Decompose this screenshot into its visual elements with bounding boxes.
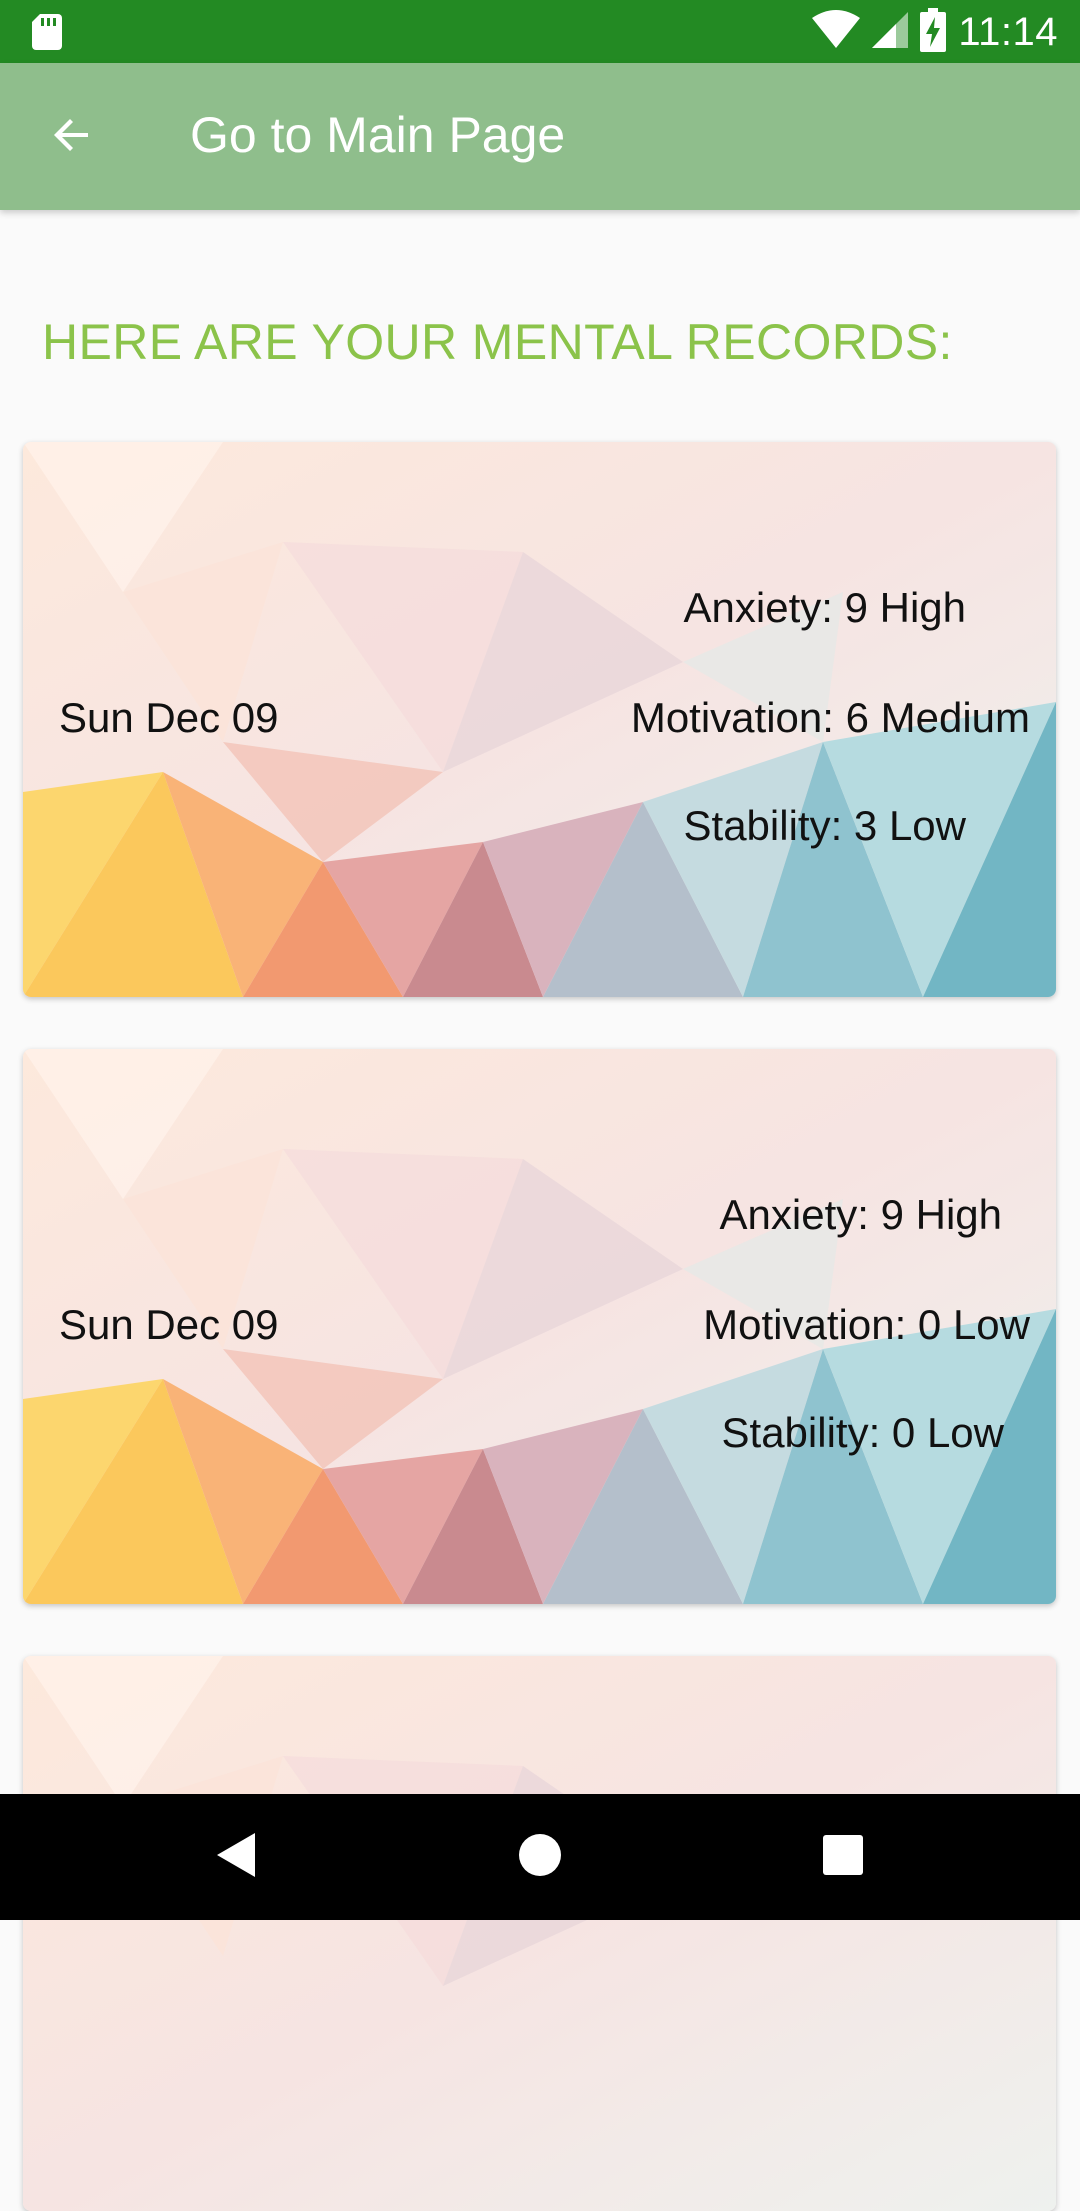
record-date: Sun Dec 09	[59, 694, 279, 741]
anxiety-level: Anxiety: 9 High	[683, 584, 966, 631]
arrow-back-icon	[48, 111, 96, 164]
back-triangle-icon	[215, 1831, 259, 1884]
motivation-level: Motivation: 6 Medium	[630, 694, 1030, 741]
stability-level: Stability: 0 Low	[721, 1409, 1004, 1456]
card-background-pattern	[23, 1656, 1056, 2211]
record-card[interactable]	[23, 1656, 1056, 2211]
home-circle-icon	[518, 1833, 562, 1882]
app-bar-title: Go to Main Page	[190, 107, 566, 163]
app-bar: Go to Main Page	[0, 63, 1080, 210]
record-card[interactable]: Sun Dec 09 Anxiety: 9 High Motivation: 6…	[23, 442, 1056, 997]
status-time: 11:14	[958, 9, 1058, 54]
status-bar: 11:14	[0, 0, 1080, 63]
signal-icon	[872, 10, 909, 55]
recents-square-icon	[823, 1834, 863, 1880]
wifi-icon	[812, 9, 861, 55]
stability-level: Stability: 3 Low	[683, 802, 966, 849]
sd-card-icon	[32, 14, 62, 50]
anxiety-level: Anxiety: 9 High	[719, 1191, 1002, 1238]
nav-home-button[interactable]	[507, 1824, 573, 1890]
record-card[interactable]: Sun Dec 09 Anxiety: 9 High Motivation: 0…	[23, 1049, 1056, 1604]
motivation-level: Motivation: 0 Low	[703, 1301, 1030, 1348]
system-nav-bar	[0, 1794, 1080, 1920]
back-button[interactable]	[30, 101, 114, 173]
nav-back-button[interactable]	[204, 1824, 270, 1890]
records-heading: HERE ARE YOUR MENTAL RECORDS:	[42, 314, 953, 370]
record-date: Sun Dec 09	[59, 1301, 279, 1348]
nav-recents-button[interactable]	[810, 1824, 876, 1890]
battery-charging-icon	[920, 7, 947, 57]
status-icons: 11:14	[812, 7, 1058, 57]
